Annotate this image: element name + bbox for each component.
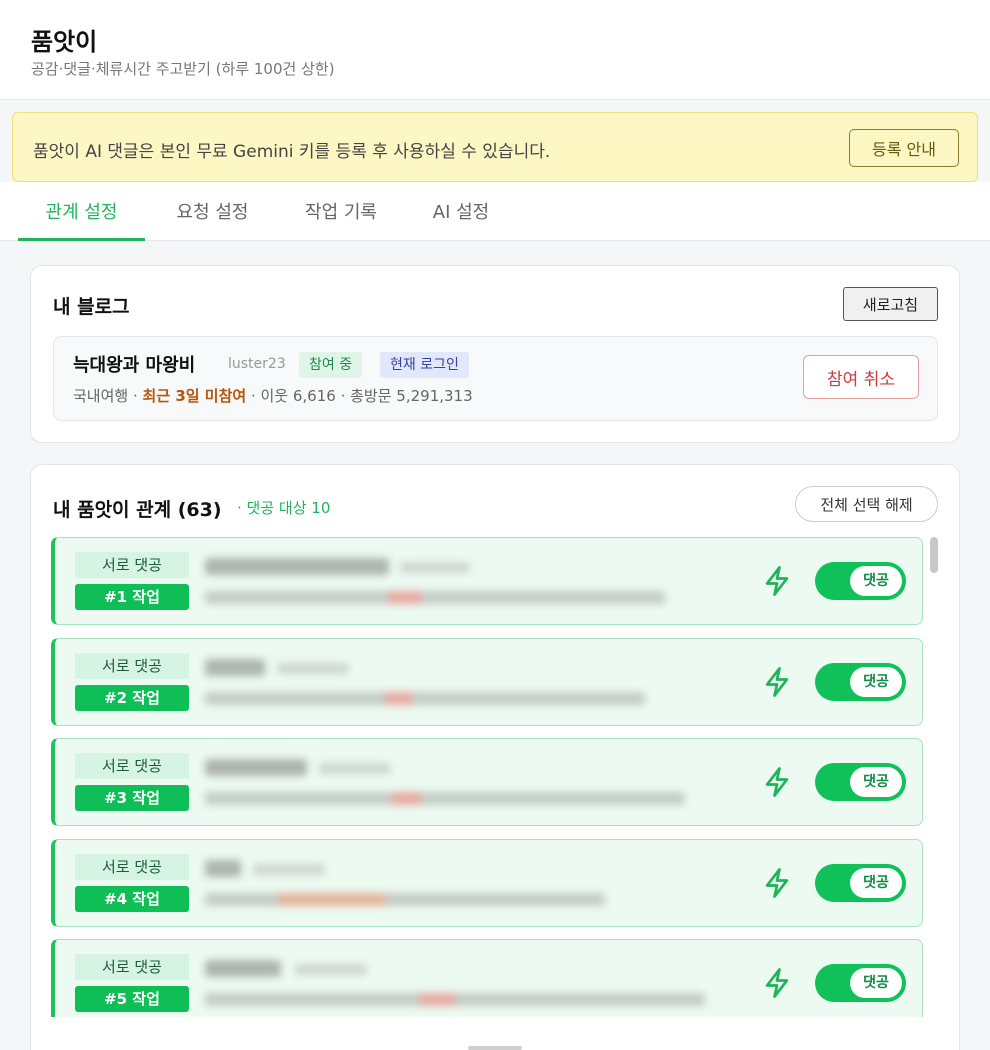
toggle-label: 댓공 [850,566,902,596]
comment-toggle[interactable]: 댓공 [815,964,906,1002]
tab-ai-settings[interactable]: AI 설정 [408,198,514,241]
deselect-all-button[interactable]: 전체 선택 해제 [795,486,938,522]
cancel-participation-button[interactable]: 참여 취소 [803,355,919,399]
banner-text: 품앗이 AI 댓글은 본인 무료 Gemini 키를 등록 후 사용하실 수 있… [33,142,551,162]
relations-count: (63) [177,499,222,521]
job-number-badge: #1 작업 [75,584,189,610]
register-guide-button[interactable]: 등록 안내 [849,129,959,167]
toggle-label: 댓공 [850,667,902,697]
tab-job-history[interactable]: 작업 기록 [280,198,402,241]
participation-warning: 최근 3일 미참여 [142,387,247,405]
blurred-blog-meta [205,692,645,705]
joined-badge: 참여 중 [299,352,363,378]
app-header: 품앗이 공감·댓글·체류시간 주고받기 (하루 100건 상한) [0,0,990,100]
toggle-label: 댓공 [850,767,902,797]
job-number-badge: #4 작업 [75,886,189,912]
relation-row[interactable]: 서로 댓공 #4 작업 댓공 [51,839,923,927]
blurred-blog-meta [205,792,685,805]
comment-toggle[interactable]: 댓공 [815,763,906,801]
current-login-badge: 현재 로그인 [380,352,469,378]
blurred-blog-id [400,562,470,573]
job-number-badge: #5 작업 [75,986,189,1012]
refresh-button[interactable]: 새로고침 [843,287,938,321]
blurred-blog-name [205,659,265,676]
blog-name: 늑대왕과 마왕비 [73,355,196,376]
relation-row[interactable]: 서로 댓공 #2 작업 댓공 [51,638,923,726]
relations-title-text: 내 품앗이 관계 [53,499,172,521]
comment-toggle[interactable]: 댓공 [815,663,906,701]
gemini-notice-banner: 품앗이 AI 댓글은 본인 무료 Gemini 키를 등록 후 사용하실 수 있… [12,112,978,182]
blurred-blog-id [319,763,391,774]
job-number-badge: #2 작업 [75,685,189,711]
mutual-comment-tag: 서로 댓공 [75,954,189,980]
list-scrollbar-thumb[interactable] [930,537,938,573]
lightning-bolt-icon[interactable] [762,666,792,698]
blog-id: luster23 [228,356,286,372]
mutual-comment-tag: 서로 댓공 [75,653,189,679]
blurred-blog-id [253,864,325,875]
blurred-blog-id [277,663,349,674]
comment-target-count: · 댓공 대상 10 [237,499,331,517]
blog-stats: · 이웃 6,616 · 총방문 5,291,313 [246,387,473,405]
bottom-resize-handle[interactable] [468,1046,522,1050]
blog-info-box: 늑대왕과 마왕비 luster23 참여 중 현재 로그인 국내여행 · 최근 … [53,336,938,421]
job-number-badge: #3 작업 [75,785,189,811]
blurred-blog-name [205,558,389,575]
tab-bar: 관계 설정 요청 설정 작업 기록 AI 설정 [0,182,990,241]
relation-row[interactable]: 서로 댓공 #1 작업 댓공 [51,537,923,625]
lightning-bolt-icon[interactable] [762,867,792,899]
mutual-comment-tag: 서로 댓공 [75,552,189,578]
lightning-bolt-icon[interactable] [762,565,792,597]
lightning-bolt-icon[interactable] [762,967,792,999]
my-blog-title: 내 블로그 [53,296,130,318]
app-title: 품앗이 [31,28,98,56]
blurred-blog-id [295,964,367,975]
blurred-blog-meta [205,893,605,906]
relations-card: 내 품앗이 관계 (63) · 댓공 대상 10 전체 선택 해제 서로 댓공 … [30,464,960,1050]
comment-toggle[interactable]: 댓공 [815,864,906,902]
blurred-blog-meta [205,591,665,604]
app-subtitle: 공감·댓글·체류시간 주고받기 (하루 100건 상한) [31,60,335,78]
toggle-label: 댓공 [850,868,902,898]
lightning-bolt-icon[interactable] [762,766,792,798]
mutual-comment-tag: 서로 댓공 [75,753,189,779]
blog-category: 국내여행 · [73,387,143,405]
comment-toggle[interactable]: 댓공 [815,562,906,600]
relations-title: 내 품앗이 관계 (63) [53,495,222,522]
blurred-blog-name [205,860,241,877]
blurred-blog-name [205,960,281,977]
my-blog-card: 내 블로그 새로고침 늑대왕과 마왕비 luster23 참여 중 현재 로그인… [30,265,960,443]
relation-list[interactable]: 서로 댓공 #1 작업 댓공 서로 댓공 #2 작업 댓공 서로 댓공 #3 작… [51,537,926,1017]
blurred-blog-name [205,759,307,776]
toggle-label: 댓공 [850,968,902,998]
blog-meta: 국내여행 · 최근 3일 미참여 · 이웃 6,616 · 총방문 5,291,… [73,385,473,406]
tab-request-settings[interactable]: 요청 설정 [150,198,275,241]
relation-row[interactable]: 서로 댓공 #3 작업 댓공 [51,738,923,826]
mutual-comment-tag: 서로 댓공 [75,854,189,880]
tab-relation-settings[interactable]: 관계 설정 [18,198,145,241]
relation-row[interactable]: 서로 댓공 #5 작업 댓공 [51,939,923,1017]
blurred-blog-meta [205,993,705,1006]
